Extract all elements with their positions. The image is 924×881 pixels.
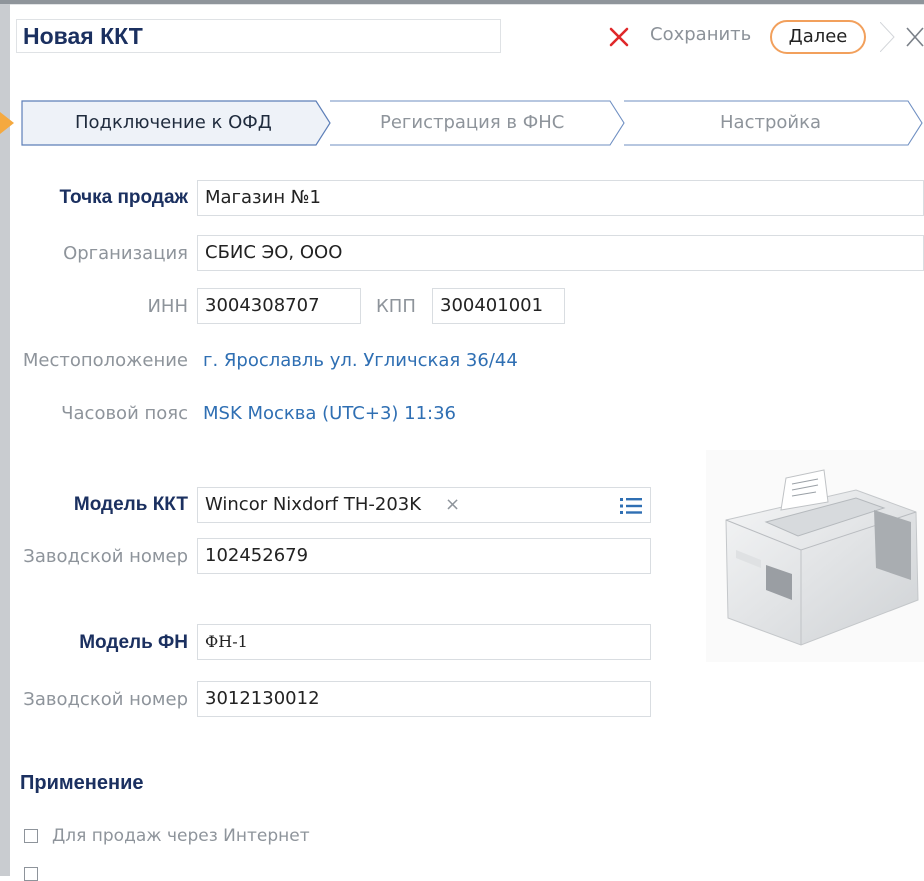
point-of-sale-field[interactable]: Магазин №1	[197, 180, 924, 216]
clear-icon[interactable]: ×	[445, 494, 460, 515]
step-settings[interactable]: Настройка	[720, 112, 821, 133]
point-of-sale-label: Точка продаж	[59, 187, 188, 208]
kkt-model-field[interactable]: Wincor Nixdorf TH-203K	[197, 487, 651, 523]
organization-label: Организация	[63, 243, 188, 264]
checkbox-label: Для продаж через Интернет	[52, 826, 310, 846]
organization-field[interactable]: СБИС ЭО, ООО	[197, 235, 924, 271]
fn-model-field[interactable]: ФН-1	[197, 624, 651, 660]
dialog-title: Новая ККТ	[23, 23, 143, 49]
next-button[interactable]: Далее	[770, 20, 866, 54]
checkbox-box[interactable]	[24, 867, 38, 881]
partially-visible-checkbox[interactable]	[24, 867, 52, 881]
timezone-link[interactable]: MSK Москва (UTC+3) 11:36	[203, 403, 456, 424]
kkt-model-label: Модель ККТ	[73, 494, 188, 515]
inn-label: ИНН	[147, 296, 188, 317]
list-icon[interactable]	[618, 496, 644, 516]
location-label: Местоположение	[22, 350, 188, 371]
kpp-label: КПП	[376, 296, 416, 317]
step-register-fns[interactable]: Регистрация в ФНС	[380, 112, 564, 133]
fn-model-label: Модель ФН	[79, 632, 188, 653]
internet-sales-checkbox[interactable]: Для продаж через Интернет	[24, 826, 310, 846]
title-field[interactable]: Новая ККТ	[16, 19, 501, 53]
kpp-field[interactable]: 300401001	[432, 288, 565, 324]
cross-icon[interactable]	[606, 24, 632, 50]
fn-serial-field[interactable]: 3012130012	[197, 681, 651, 717]
timezone-label: Часовой пояс	[61, 403, 188, 424]
inn-field[interactable]: 3004308707	[197, 288, 361, 324]
kkt-model-value: Wincor Nixdorf TH-203K	[205, 494, 422, 515]
dialog-top-edge	[10, 4, 924, 5]
save-button[interactable]: Сохранить	[650, 24, 751, 45]
close-icon[interactable]	[880, 22, 924, 52]
usage-section-title: Применение	[20, 772, 144, 794]
checkbox-box[interactable]	[24, 829, 38, 843]
kkt-serial-label: Заводской номер	[23, 546, 188, 567]
step-connect-ofd[interactable]: Подключение к ОФД	[75, 112, 272, 133]
kkt-printer-image	[706, 450, 924, 662]
fn-serial-label: Заводской номер	[23, 689, 188, 710]
active-step-marker	[0, 112, 14, 134]
location-link[interactable]: г. Ярославль ул. Угличская 36/44	[203, 350, 518, 371]
kkt-serial-field[interactable]: 102452679	[197, 538, 651, 574]
